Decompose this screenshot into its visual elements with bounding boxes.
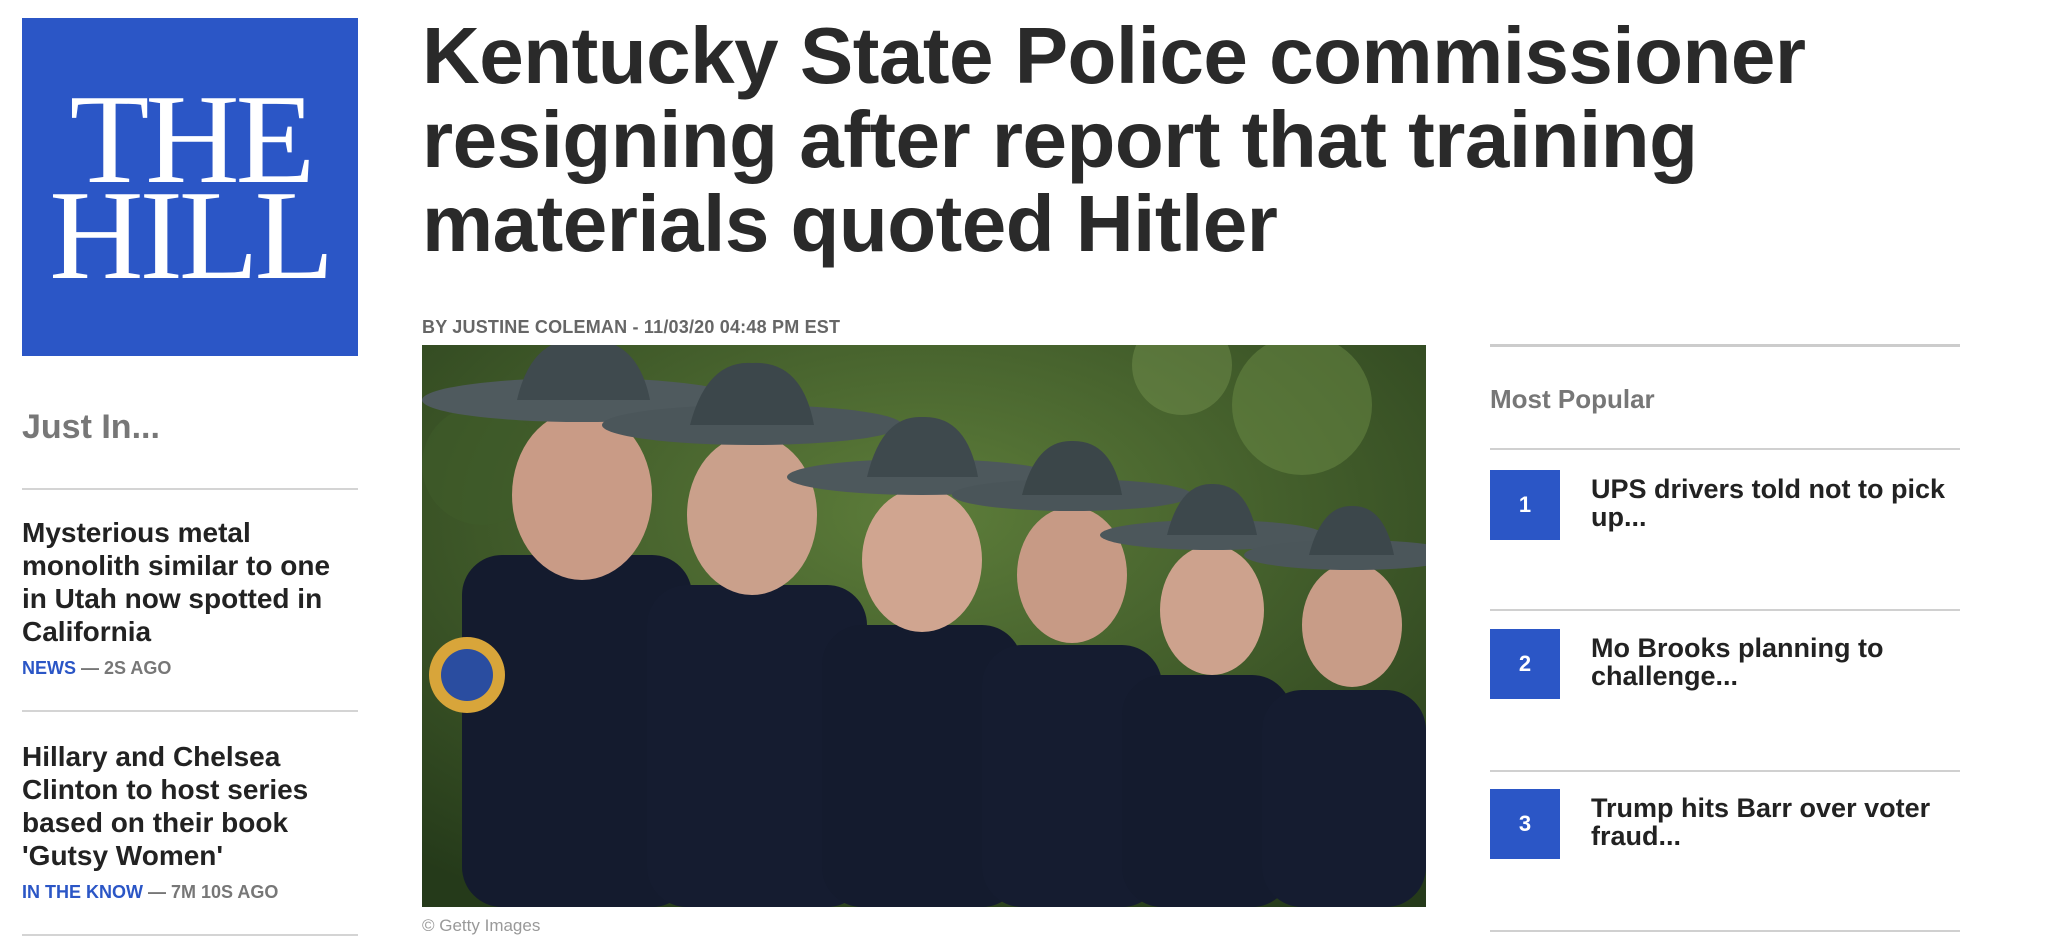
just-in-item-headline[interactable]: Hillary and Chelsea Clinton to host seri… <box>22 740 358 872</box>
popular-rank-badge: 3 <box>1490 789 1560 859</box>
site-logo[interactable]: THE HILL <box>22 18 358 356</box>
just-in-item-category[interactable]: IN THE KNOW <box>22 882 143 902</box>
just-in-item-headline[interactable]: Mysterious metal monolith similar to one… <box>22 516 358 648</box>
just-in-item-category[interactable]: NEWS <box>22 658 76 678</box>
most-popular-top-rule <box>1490 344 1960 347</box>
article-headline: Kentucky State Police commissioner resig… <box>422 11 1806 268</box>
just-in-item-meta: NEWS — 2S AGO <box>22 658 171 679</box>
most-popular-divider <box>1490 930 1960 932</box>
just-in-item-meta: IN THE KNOW — 7M 10S AGO <box>22 882 278 903</box>
image-credit: © Getty Images <box>422 916 541 935</box>
popular-item-link[interactable]: UPS drivers told not to pick up... <box>1591 475 1961 531</box>
article-hero-image <box>422 345 1426 907</box>
popular-item-link[interactable]: Trump hits Barr over voter fraud... <box>1591 794 1961 850</box>
just-in-item-time: — 2S AGO <box>81 658 172 678</box>
popular-rank-badge: 2 <box>1490 629 1560 699</box>
troopers-photo <box>422 345 1426 907</box>
most-popular-divider <box>1490 770 1960 772</box>
just-in-item-time: — 7M 10S AGO <box>148 882 279 902</box>
just-in-heading: Just In... <box>22 408 160 446</box>
most-popular-divider <box>1490 609 1960 611</box>
article-byline: BY JUSTINE COLEMAN - 11/03/20 04:48 PM E… <box>422 317 841 337</box>
popular-rank-badge: 1 <box>1490 470 1560 540</box>
logo-line-hill: HILL <box>49 164 335 306</box>
popular-item-link[interactable]: Mo Brooks planning to challenge... <box>1591 634 1961 690</box>
most-popular-heading: Most Popular <box>1490 384 1655 414</box>
most-popular-divider <box>1490 448 1960 450</box>
just-in-divider <box>22 710 358 712</box>
just-in-divider <box>22 488 358 490</box>
